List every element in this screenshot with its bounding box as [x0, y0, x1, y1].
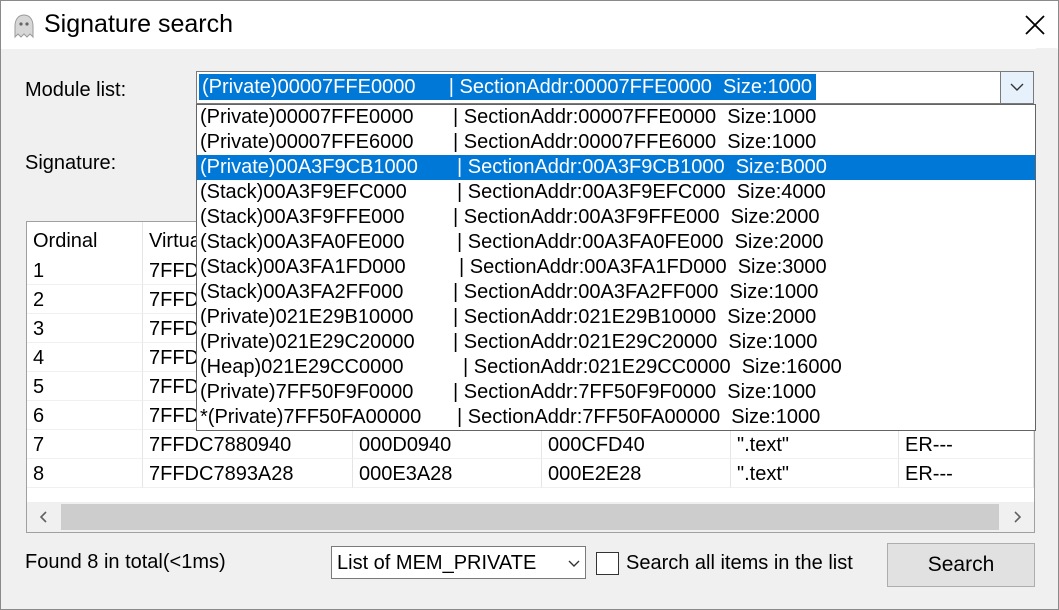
- dropdown-item[interactable]: (Private)00007FFE0000 | SectionAddr:00007…: [197, 105, 1030, 130]
- table-cell: 1: [27, 256, 143, 285]
- close-icon: [1025, 15, 1045, 35]
- background-strip: [1036, 48, 1057, 608]
- dropdown-item-section: | SectionAddr:00A3F9EFC000 Size:4000: [457, 181, 826, 203]
- dropdown-item-section: | SectionAddr:00007FFE0000 Size:1000: [453, 106, 817, 128]
- dropdown-item-section: | SectionAddr:021E29B10000 Size:2000: [453, 306, 817, 328]
- table-cell: 6: [27, 401, 143, 430]
- table-cell: ER---: [899, 459, 1034, 488]
- table-cell: 000E2E28: [542, 459, 731, 488]
- dropdown-item[interactable]: (Stack)00A3FA2FF000 | SectionAddr:00A3FA2…: [197, 280, 1030, 305]
- dropdown-item-region: (Stack)00A3FA1FD000: [200, 256, 406, 278]
- scroll-right-button[interactable]: [1000, 502, 1034, 532]
- search-all-label[interactable]: Search all items in the list: [626, 552, 853, 575]
- dropdown-item[interactable]: (Private)00A3F9CB1000 | SectionAddr:00A3F…: [197, 155, 1035, 180]
- dropdown-item-section: | SectionAddr:7FF50FA00000 Size:1000: [457, 406, 821, 428]
- dropdown-item-section: | SectionAddr:00007FFE6000 Size:1000: [453, 131, 817, 153]
- memory-filter-value: List of MEM_PRIVATE: [337, 552, 537, 574]
- dropdown-item[interactable]: (Stack)00A3F9FFE000 | SectionAddr:00A3F9F…: [197, 205, 1030, 230]
- dropdown-item-region: (Stack)00A3F9FFE000: [200, 206, 405, 228]
- dropdown-item[interactable]: (Stack)00A3FA0FE000 | SectionAddr:00A3FA0…: [197, 230, 1030, 255]
- scrollbar-thumb[interactable]: [61, 504, 999, 530]
- table-cell: ".text": [731, 430, 899, 459]
- dropdown-item[interactable]: (Stack)00A3F9EFC000 | SectionAddr:00A3F9E…: [197, 180, 1030, 205]
- table-row[interactable]: 7 7FFDC7880940 000D0940 000CFD40 ".text" ER--…: [27, 430, 1034, 459]
- dropdown-item-region: (Stack)00A3F9EFC000: [200, 181, 407, 203]
- chevron-down-icon: [1010, 83, 1024, 91]
- dropdown-item[interactable]: (Private)00007FFE6000 | SectionAddr:00007…: [197, 130, 1030, 155]
- memory-filter-select[interactable]: List of MEM_PRIVATE: [331, 546, 586, 579]
- window-title: Signature search: [44, 10, 234, 38]
- dropdown-item-section: | SectionAddr:00A3FA2FF000 Size:1000: [453, 281, 819, 303]
- dropdown-item[interactable]: (Private)021E29C20000 | SectionAddr:021E2…: [197, 330, 1030, 355]
- module-list-dropdown-button[interactable]: [1000, 72, 1033, 103]
- dropdown-item-region: *(Private)7FF50FA00000: [200, 406, 422, 428]
- signature-label: Signature:: [25, 152, 117, 174]
- dropdown-item-section: | SectionAddr:00A3F9FFE000 Size:2000: [453, 206, 820, 228]
- horizontal-scrollbar[interactable]: [27, 502, 1034, 532]
- module-list-selected-text: (Private)00007FFE0000 | SectionAddr:0000…: [199, 74, 816, 100]
- dropdown-item-region: (Stack)00A3FA2FF000: [200, 281, 404, 303]
- table-cell: 3: [27, 314, 143, 343]
- scroll-left-button[interactable]: [27, 502, 61, 532]
- table-cell: 7: [27, 430, 143, 459]
- dropdown-item-region: (Heap)021E29CC0000: [200, 356, 404, 378]
- module-list-dropdown[interactable]: (Private)00007FFE0000 | SectionAddr:00007…: [196, 104, 1036, 431]
- dropdown-item-region: (Private)021E29C20000: [200, 331, 415, 353]
- column-header[interactable]: Ordinal: [27, 222, 143, 256]
- table-row[interactable]: 8 7FFDC7893A28 000E3A28 000E2E28 ".text" ER--…: [27, 459, 1034, 488]
- dropdown-item-region: (Private)00007FFE0000: [200, 106, 414, 128]
- dropdown-item-section: | SectionAddr:7FF50F9F0000 Size:1000: [453, 381, 817, 403]
- table-cell: 5: [27, 372, 143, 401]
- scroll-right-icon: [1014, 511, 1021, 523]
- table-cell: 000E3A28: [353, 459, 542, 488]
- search-all-checkbox[interactable]: [596, 552, 619, 575]
- dropdown-item-region: (Private)021E29B10000: [200, 306, 414, 328]
- table-cell: 000D0940: [353, 430, 542, 459]
- dropdown-item-region: (Private)00A3F9CB1000: [200, 156, 418, 178]
- module-list-combobox[interactable]: (Private)00007FFE0000 | SectionAddr:0000…: [196, 71, 1034, 104]
- dropdown-item[interactable]: (Stack)00A3FA1FD000 | SectionAddr:00A3FA1…: [197, 255, 1030, 280]
- dropdown-item-region: (Private)00007FFE6000: [200, 131, 414, 153]
- table-cell: 8: [27, 459, 143, 488]
- close-button[interactable]: [1012, 1, 1058, 49]
- table-cell: 4: [27, 343, 143, 372]
- table-cell: 7FFDC7880940: [143, 430, 353, 459]
- app-ghost-icon: [11, 13, 37, 39]
- table-cell: 000CFD40: [542, 430, 731, 459]
- dropdown-item-section: | SectionAddr:00A3F9CB1000 Size:B000: [457, 156, 827, 178]
- dropdown-item[interactable]: (Private)021E29B10000 | SectionAddr:021E2…: [197, 305, 1030, 330]
- signature-search-window: Signature search Module list: Signature:…: [0, 0, 1059, 610]
- module-list-label: Module list:: [25, 79, 127, 101]
- dropdown-item-region: (Private)7FF50F9F0000: [200, 381, 414, 403]
- dropdown-item-region: (Stack)00A3FA0FE000: [200, 231, 405, 253]
- title-bar: Signature search: [1, 1, 1058, 49]
- status-text: Found 8 in total(<1ms): [25, 551, 226, 573]
- dropdown-item-section: | SectionAddr:021E29CC0000 Size:16000: [463, 356, 842, 378]
- dropdown-item[interactable]: (Heap)021E29CC0000 | SectionAddr:021E29CC…: [197, 355, 1030, 380]
- table-cell: 2: [27, 285, 143, 314]
- dropdown-item-section: | SectionAddr:00A3FA0FE000 Size:2000: [457, 231, 824, 253]
- dropdown-item[interactable]: *(Private)7FF50FA00000 | SectionAddr:7FF5…: [197, 405, 1030, 430]
- scroll-left-icon: [40, 511, 47, 523]
- table-cell: ".text": [731, 459, 899, 488]
- table-cell: 7FFDC7893A28: [143, 459, 353, 488]
- search-button[interactable]: Search: [887, 543, 1035, 587]
- dropdown-item[interactable]: (Private)7FF50F9F0000 | SectionAddr:7FF50…: [197, 380, 1030, 405]
- dropdown-item-section: | SectionAddr:021E29C20000 Size:1000: [453, 331, 818, 353]
- table-cell: ER---: [899, 430, 1034, 459]
- dropdown-item-section: | SectionAddr:00A3FA1FD000 Size:3000: [459, 256, 827, 278]
- chevron-down-icon: [568, 560, 580, 567]
